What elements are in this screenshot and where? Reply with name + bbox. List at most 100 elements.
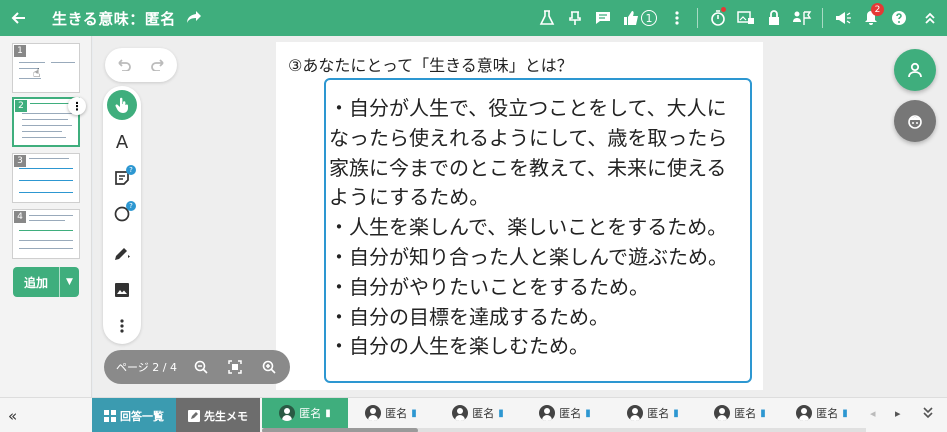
- zoom-out-icon[interactable]: [184, 350, 218, 384]
- worksheet-page: ③あなたにとって「生きる意味」とは？ ・自分が人生で、役立つことをして、大人に …: [276, 42, 763, 390]
- cursor-icon: ☝: [33, 66, 41, 80]
- avatar-icon: [796, 405, 813, 421]
- question-text: ③あなたにとって「生きる意味」とは？: [288, 56, 573, 75]
- student-name: 匿名: [734, 407, 757, 420]
- page-indicator: ページ 2 / 4: [116, 361, 177, 374]
- avatar-icon: [452, 405, 469, 421]
- page-thumbnail-1[interactable]: 1 ☝: [12, 43, 80, 93]
- text-tool-icon[interactable]: A: [103, 126, 141, 158]
- student-name: 匿名: [385, 407, 408, 420]
- student-view-button[interactable]: [894, 100, 936, 142]
- avatar-icon: [627, 405, 644, 421]
- page-thumbnails: 1 ☝ 2 ⋮ 3 4 追加 ▼: [0, 36, 92, 397]
- scroll-right-icon[interactable]: ▸: [895, 398, 901, 428]
- like-count: 1: [641, 10, 657, 26]
- shape-tool[interactable]: ?: [103, 198, 141, 230]
- page-title: 生きる意味：匿名: [52, 9, 176, 28]
- teacher-memo-button[interactable]: 先生メモ: [176, 398, 260, 432]
- document-icon: ▮: [325, 407, 331, 419]
- back-arrow-icon[interactable]: [0, 0, 36, 36]
- add-page-button[interactable]: 追加 ▼: [13, 267, 79, 297]
- top-bar: 生きる意味：匿名 1 2: [0, 0, 947, 36]
- page-controls: ページ 2 / 4: [104, 350, 290, 384]
- teacher-memo-label: 先生メモ: [204, 409, 248, 423]
- tool-palette: A ? ?: [103, 86, 141, 344]
- help-icon[interactable]: [885, 0, 913, 36]
- page-number: 4: [14, 211, 26, 223]
- help-badge: ?: [126, 165, 136, 175]
- help-badge: ?: [126, 201, 136, 211]
- answer-line: ・自分が知り合った人と楽しんで遊ぶため。: [329, 244, 728, 269]
- lab-icon[interactable]: [533, 0, 561, 36]
- document-icon: ▮: [673, 407, 679, 419]
- group-flag-icon[interactable]: [788, 0, 816, 36]
- answer-line: なったら使えれるようにして、歳を取ったら: [329, 125, 728, 150]
- avatar-icon: [365, 405, 382, 421]
- megaphone-icon[interactable]: [829, 0, 857, 36]
- student-name: 匿名: [647, 407, 670, 420]
- avatar-icon: [539, 405, 556, 421]
- share-icon[interactable]: [186, 9, 202, 28]
- collapse-up-icon[interactable]: [913, 0, 947, 36]
- student-name: 匿名: [816, 407, 839, 420]
- answer-line: ・人生を楽しんで、楽しいことをするため。: [329, 215, 728, 240]
- pin-icon[interactable]: [561, 0, 589, 36]
- zoom-in-icon[interactable]: [252, 350, 286, 384]
- bottom-bar: « 回答一覧 先生メモ 匿名 ▮ 匿名 ▮ 匿名 ▮ 匿名 ▮ 匿名 ▮ 匿名 …: [0, 397, 947, 432]
- redo-icon[interactable]: [151, 55, 167, 76]
- student-tab[interactable]: 匿名 ▮: [782, 398, 862, 428]
- image-lock-icon[interactable]: [732, 0, 760, 36]
- student-tab[interactable]: 匿名 ▮: [610, 398, 696, 428]
- chat-icon[interactable]: [589, 0, 617, 36]
- page-thumbnail-2[interactable]: 2 ⋮: [12, 97, 86, 147]
- fit-page-icon[interactable]: [218, 350, 252, 384]
- more-tools-icon[interactable]: [103, 310, 141, 342]
- page-number: 3: [14, 155, 26, 167]
- expand-down-icon[interactable]: [922, 398, 934, 428]
- student-tab[interactable]: 匿名 ▮: [435, 398, 521, 428]
- pen-tool-icon[interactable]: [103, 238, 141, 270]
- student-tab[interactable]: 匿名 ▮: [697, 398, 783, 428]
- page-thumbnail-4[interactable]: 4: [12, 209, 80, 259]
- document-icon: ▮: [498, 407, 504, 419]
- lock-icon[interactable]: [760, 0, 788, 36]
- divider: [822, 8, 823, 28]
- student-tab[interactable]: 匿名 ▮: [348, 398, 434, 428]
- caret-down-icon[interactable]: ▼: [59, 267, 79, 297]
- thumbnail-menu-icon[interactable]: ⋮: [68, 97, 86, 115]
- answer-line: ・自分の目標を達成するため。: [329, 304, 609, 329]
- scrollbar-thumb[interactable]: [262, 428, 418, 432]
- hand-tool[interactable]: [103, 89, 141, 121]
- answer-list-label: 回答一覧: [120, 409, 164, 423]
- sticky-note-tool[interactable]: ?: [103, 162, 141, 194]
- avatar-icon: [279, 405, 296, 421]
- edit-note-icon: [188, 409, 200, 422]
- more-vert-icon[interactable]: [663, 0, 691, 36]
- answer-list-button[interactable]: 回答一覧: [92, 398, 176, 432]
- document-icon: ▮: [760, 407, 766, 419]
- answer-line: ようにするため。: [329, 185, 490, 210]
- undo-icon[interactable]: [115, 55, 131, 76]
- collapse-left-icon[interactable]: «: [8, 398, 17, 432]
- student-tab[interactable]: 匿名 ▮: [262, 398, 348, 428]
- bell-icon[interactable]: 2: [857, 0, 885, 36]
- student-name: 匿名: [472, 407, 495, 420]
- timer-icon[interactable]: [704, 0, 732, 36]
- answer-line: 家族に今までのとこを教えて、未来に使える: [329, 155, 727, 180]
- answer-box[interactable]: ・自分が人生で、役立つことをして、大人に なったら使えれるようにして、歳を取った…: [324, 78, 752, 383]
- hand-pointer-icon: [107, 90, 137, 120]
- like-group[interactable]: 1: [617, 0, 663, 36]
- divider: [697, 8, 698, 28]
- image-tool-icon[interactable]: [103, 274, 141, 306]
- student-tab[interactable]: 匿名 ▮: [522, 398, 608, 428]
- user-settings-button[interactable]: [894, 49, 936, 91]
- page-number: 2: [15, 100, 27, 112]
- page-number: 1: [14, 45, 26, 57]
- page-thumbnail-3[interactable]: 3: [12, 153, 80, 203]
- notification-badge: 2: [871, 3, 884, 16]
- document-icon: ▮: [411, 407, 417, 419]
- grid-icon: [104, 409, 116, 422]
- avatar-icon: [714, 405, 731, 421]
- scroll-left-icon[interactable]: ◂: [870, 398, 876, 428]
- undo-redo-group: [105, 48, 177, 82]
